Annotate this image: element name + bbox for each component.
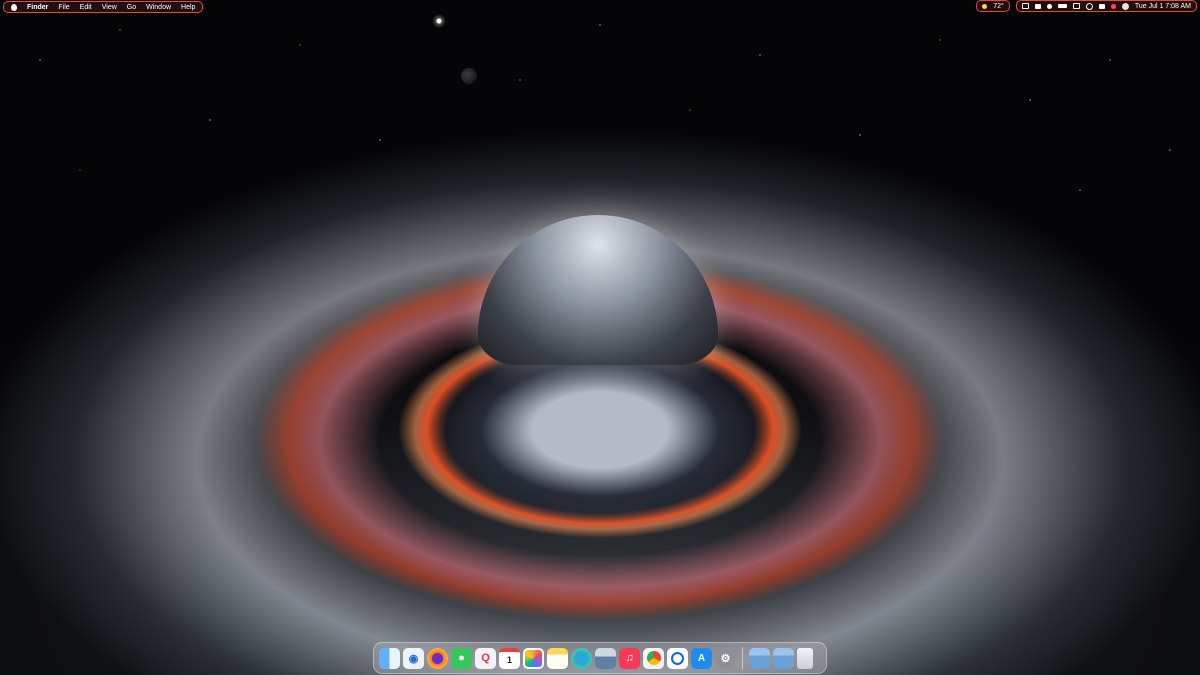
dock-app-search[interactable]: Q [475,647,496,669]
chrome-icon [646,651,661,665]
weather-temp: 72° [993,2,1004,10]
dock-app-preview[interactable] [595,647,616,669]
dock-folder-downloads[interactable] [773,647,794,669]
dark-moon [461,68,477,84]
appstore-icon: A [697,652,706,664]
menu-file[interactable]: File [58,4,69,11]
menu-bar-left: Finder File Edit View Go Window Help [3,1,204,13]
screen-icon[interactable] [1021,3,1029,9]
search-q-icon: Q [481,652,490,664]
weather-icon [982,3,988,9]
dock-app-1password[interactable] [667,647,688,669]
dock-separator [742,647,743,669]
dock-app-app-store[interactable]: A [691,647,712,669]
dock-app-edge[interactable] [571,647,592,669]
app-menu-finder[interactable]: Finder [27,4,48,11]
user-avatar[interactable] [1121,2,1129,10]
weather-widget[interactable]: 72° [976,0,1010,12]
dock: ◉ ● Q 1 ♫ A ⚙ [373,642,827,674]
dock-app-firefox[interactable] [427,647,448,669]
menu-go[interactable]: Go [127,4,136,11]
dock-app-messages[interactable]: ● [451,647,472,669]
apple-icon[interactable] [11,3,17,11]
dock-app-chrome[interactable] [643,647,664,669]
dock-folder-applications[interactable] [749,647,770,669]
gear-icon: ⚙ [720,652,731,665]
cloud-vortex [0,130,1200,675]
notification-dot-icon[interactable] [1110,3,1116,9]
messages-icon: ● [458,652,465,664]
music-icon: ♫ [625,652,634,664]
search-icon[interactable] [1085,2,1093,10]
dock-app-calendar[interactable]: 1 [499,647,520,669]
control-center-icon[interactable] [1098,3,1105,9]
compass-icon: ◉ [408,652,419,665]
calendar-icon: 1 [506,655,512,665]
dock-app-photos[interactable] [523,647,544,669]
wifi-icon[interactable] [1072,3,1080,9]
menu-bar-right: 72° Tue Jul 1 7:08 AM [976,0,1197,12]
status-tray: Tue Jul 1 7:08 AM [1015,0,1197,12]
menu-edit[interactable]: Edit [80,4,92,11]
password-icon [671,651,684,665]
bright-star [432,14,446,28]
dock-app-safari[interactable]: ◉ [403,647,424,669]
dock-app-finder[interactable] [379,647,400,669]
dock-app-system-settings[interactable]: ⚙ [715,647,736,669]
menu-clock[interactable]: Tue Jul 1 7:08 AM [1135,3,1191,10]
dock-app-music[interactable]: ♫ [619,647,640,669]
menu-help[interactable]: Help [181,4,195,11]
dock-trash[interactable] [797,647,813,669]
menu-view[interactable]: View [102,4,117,11]
desktop-wallpaper [0,0,1200,675]
record-icon[interactable] [1046,3,1052,9]
dock-app-notes[interactable] [547,647,568,669]
menu-window[interactable]: Window [146,4,171,11]
display-icon[interactable] [1034,3,1041,9]
battery-icon[interactable] [1057,4,1067,8]
menu-bar: Finder File Edit View Go Window Help 72°… [0,0,1200,13]
